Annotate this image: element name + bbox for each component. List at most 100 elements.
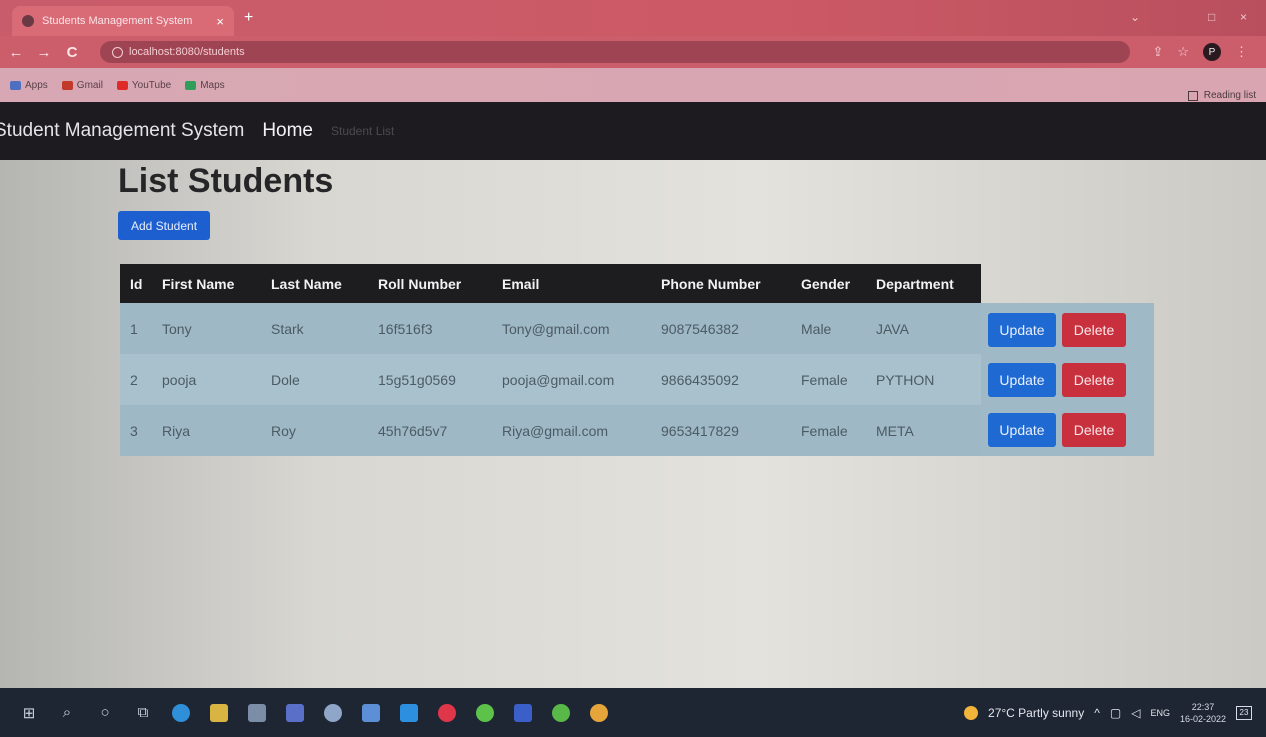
header-gender: Gender — [801, 275, 851, 292]
taskbar-app-notepad[interactable] — [354, 696, 388, 730]
site-favicon-icon — [22, 15, 34, 27]
update-button[interactable]: Update — [988, 313, 1056, 347]
taskbar-app-explorer[interactable] — [202, 696, 236, 730]
clock-time: 22:37 — [1191, 701, 1215, 712]
gmail-icon — [61, 80, 73, 90]
delete-button[interactable]: Delete — [1062, 363, 1126, 397]
volume-icon[interactable]: ◁ — [1131, 706, 1140, 720]
system-tray: 27°C Partly sunny ^ ▢ ◁ ENG 22:37 16-02-… — [964, 688, 1252, 737]
clock-date: 16-02-2022 — [1179, 713, 1226, 724]
tab-search-icon[interactable]: ⌄ — [1130, 10, 1140, 24]
bookmark-apps[interactable]: Apps — [10, 80, 48, 91]
table-row: 1 Tony Stark 16f516f3 Tony@gmail.com 908… — [120, 303, 981, 354]
cell-first-name: Tony — [162, 320, 192, 337]
cell-id: 2 — [130, 371, 138, 388]
bookmark-gmail[interactable]: Gmail — [61, 79, 103, 91]
notepad-icon — [362, 703, 380, 722]
cell-gender: Female — [801, 422, 848, 439]
cell-phone: 9087546382 — [661, 320, 739, 337]
cell-phone: 9653417829 — [661, 422, 739, 439]
folder-icon — [210, 703, 228, 722]
taskbar-app-vscode[interactable] — [392, 696, 426, 730]
maps-icon — [185, 80, 197, 90]
notification-icon[interactable]: 23 — [1236, 705, 1252, 720]
cortana-icon[interactable]: ○ — [88, 696, 122, 730]
cell-last-name: Dole — [271, 371, 300, 388]
reading-list-button[interactable]: Reading list — [1187, 90, 1256, 101]
taskbar-app[interactable] — [544, 696, 578, 730]
delete-button[interactable]: Delete — [1062, 413, 1126, 447]
students-table: Id First Name Last Name Roll Number Emai… — [120, 264, 981, 456]
reading-list-label: Reading list — [1203, 90, 1256, 101]
bookmark-label: Apps — [25, 79, 48, 91]
main-content: List Students Add Student Id First Name … — [0, 160, 1266, 688]
bookmark-star-icon[interactable]: ☆ — [1177, 44, 1189, 60]
bookmark-label: YouTube — [131, 79, 172, 91]
tab-title: Students Management System — [42, 15, 193, 27]
apps-grid-icon — [10, 80, 21, 90]
menu-icon[interactable]: ⋮ — [1235, 44, 1248, 60]
reload-icon[interactable]: C — [60, 44, 84, 61]
delete-button[interactable]: Delete — [1062, 313, 1126, 347]
header-phone-number: Phone Number — [661, 275, 761, 292]
word-icon — [514, 703, 532, 722]
taskbar-app-opera[interactable] — [430, 696, 464, 730]
youtube-icon — [116, 80, 128, 90]
browser-tab[interactable]: Students Management System × — [12, 6, 234, 36]
windows-start-icon[interactable]: ⊞ — [12, 696, 46, 730]
add-student-button[interactable]: Add Student — [118, 211, 210, 240]
cell-id: 3 — [130, 422, 138, 439]
taskbar-app-chrome[interactable] — [582, 696, 616, 730]
update-button[interactable]: Update — [988, 413, 1056, 447]
taskbar-app-teams[interactable] — [278, 696, 312, 730]
cell-last-name: Roy — [271, 422, 296, 439]
taskbar-app-store[interactable] — [240, 696, 274, 730]
bookmark-maps[interactable]: Maps — [185, 80, 225, 91]
app-navbar: Student Management System Home Student L… — [0, 102, 1266, 160]
cell-first-name: pooja — [162, 371, 197, 388]
weather-text[interactable]: 27°C Partly sunny — [988, 706, 1084, 720]
language-indicator[interactable]: ENG — [1150, 708, 1170, 718]
header-roll-number: Roll Number — [378, 275, 462, 292]
back-icon[interactable]: ← — [4, 44, 28, 61]
update-button[interactable]: Update — [988, 363, 1056, 397]
header-id: Id — [130, 275, 143, 292]
share-icon[interactable]: ⇪ — [1152, 44, 1163, 60]
cell-gender: Female — [801, 371, 848, 388]
window-close-icon[interactable]: × — [1240, 10, 1247, 24]
navbar-brand[interactable]: Student Management System — [0, 120, 244, 142]
task-view-icon[interactable]: ⧉ — [126, 696, 160, 730]
search-icon[interactable]: ⌕ — [50, 696, 84, 730]
cell-department: PYTHON — [876, 371, 935, 388]
window-restore-icon[interactable]: □ — [1208, 10, 1215, 24]
address-bar[interactable]: localhost:8080/students — [100, 41, 1130, 63]
tab-close-icon[interactable]: × — [216, 14, 224, 29]
cell-phone: 9866435092 — [661, 371, 739, 388]
nav-student-list[interactable]: Student List — [331, 124, 394, 138]
cell-id: 1 — [130, 320, 138, 337]
bookmark-label: Gmail — [76, 79, 103, 91]
app-icon — [552, 703, 570, 722]
row-actions: Update Delete — [988, 413, 1126, 447]
nav-home[interactable]: Home — [262, 120, 313, 142]
header-department: Department — [876, 275, 954, 292]
bookmark-youtube[interactable]: YouTube — [116, 79, 172, 91]
site-info-icon[interactable] — [112, 46, 123, 58]
reading-list-icon — [1187, 90, 1198, 101]
app-icon — [476, 703, 494, 722]
new-tab-button[interactable]: + — [244, 9, 253, 27]
profile-avatar[interactable]: P — [1203, 43, 1221, 61]
taskbar-app[interactable] — [316, 696, 350, 730]
bookmarks-bar: Apps Gmail YouTube Maps — [0, 68, 1266, 102]
browser-tab-bar: Students Management System × + ⌄ □ × — [0, 0, 1266, 36]
header-last-name: Last Name — [271, 275, 342, 292]
chevron-up-icon[interactable]: ^ — [1094, 706, 1100, 720]
app-icon — [324, 703, 342, 722]
taskbar-app-word[interactable] — [506, 696, 540, 730]
clock[interactable]: 22:37 16-02-2022 — [1180, 701, 1226, 725]
network-icon[interactable]: ▢ — [1110, 706, 1121, 720]
forward-icon[interactable]: → — [32, 44, 56, 61]
page-title: List Students — [118, 162, 334, 200]
taskbar-app-edge[interactable] — [164, 696, 198, 730]
taskbar-app[interactable] — [468, 696, 502, 730]
